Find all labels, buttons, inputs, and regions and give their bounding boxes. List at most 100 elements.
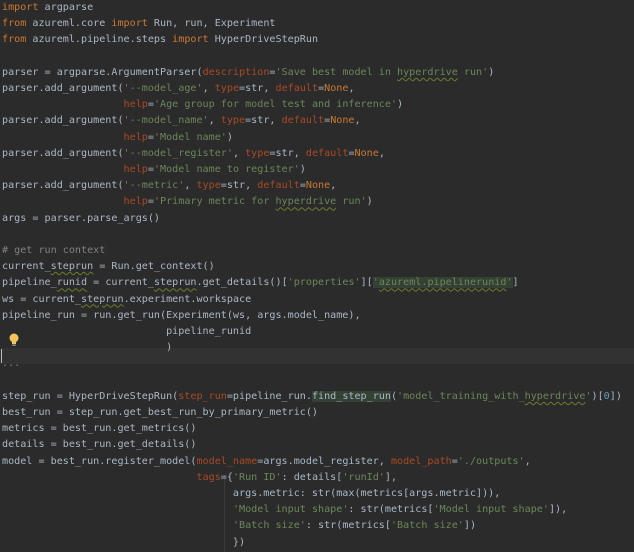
code-line: ... bbox=[2, 356, 20, 372]
code-line: pipeline_runid = current_steprun.get_det… bbox=[2, 275, 519, 291]
code-token: model = best_run.register_model( bbox=[2, 455, 197, 467]
code-token: ' bbox=[372, 277, 379, 289]
code-line: tags={'Run ID': details['runId'], bbox=[2, 470, 397, 486]
code-token: type bbox=[214, 83, 240, 94]
code-token: =str, bbox=[239, 83, 276, 94]
code-token: ) bbox=[488, 66, 495, 78]
code-line: parser.add_argument('--metric', type=str… bbox=[2, 178, 336, 194]
code-token: step_run bbox=[178, 390, 227, 402]
code-token: 'Model name' bbox=[153, 131, 227, 143]
code-token: None bbox=[354, 147, 379, 159]
code-line: args = parser.parse_args() bbox=[2, 211, 160, 227]
code-token: pipeline_runid bbox=[2, 326, 252, 337]
code-token: , bbox=[202, 83, 215, 94]
code-token: , bbox=[208, 115, 221, 127]
code-token: from bbox=[2, 18, 27, 30]
code-line: step_run = HyperDriveStepRun(step_run=pi… bbox=[2, 389, 622, 405]
code-token: 'Age group for model test and inference' bbox=[153, 99, 398, 111]
code-token: , bbox=[354, 115, 361, 127]
code-token: azureml.pipelinerunid bbox=[378, 277, 507, 289]
code-token: description bbox=[202, 66, 270, 78]
code-line: ws = current_steprun.experiment.workspac… bbox=[2, 292, 251, 308]
code-token: hyperdrive bbox=[397, 66, 458, 78]
code-token: steprun bbox=[50, 261, 94, 273]
code-token: from bbox=[2, 34, 27, 46]
code-token: ]) bbox=[463, 520, 477, 532]
code-token: import bbox=[172, 34, 209, 46]
code-token: ]), bbox=[548, 504, 568, 516]
code-token: import bbox=[2, 2, 39, 13]
code-token: # get run context bbox=[2, 245, 106, 256]
code-token: )[ bbox=[591, 390, 604, 402]
code-token: , bbox=[348, 83, 355, 94]
code-token: None bbox=[305, 180, 331, 192]
code-line: metrics = best_run.get_metrics() bbox=[2, 421, 196, 437]
code-token: default bbox=[275, 83, 319, 94]
code-token: ) bbox=[397, 99, 404, 111]
code-token: type bbox=[196, 180, 221, 192]
code-token: ws = current_ bbox=[2, 293, 82, 305]
code-token: 'Model name to register' bbox=[153, 164, 300, 175]
code-token: pipeline_run = run.get_run(Experiment(ws… bbox=[2, 309, 361, 321]
code-token: : details[ bbox=[281, 471, 343, 483]
code-token: type bbox=[220, 115, 246, 127]
code-line: help='Age group for model test and infer… bbox=[2, 97, 404, 113]
code-token: pipeline_ bbox=[2, 277, 57, 289]
code-token: parser = argparse.ArgumentParser( bbox=[2, 66, 203, 78]
code-token: run' bbox=[336, 196, 367, 208]
code-token: , bbox=[378, 147, 385, 159]
code-line: from azureml.core import Run, run, Exper… bbox=[2, 16, 275, 32]
code-token: current_ bbox=[2, 261, 51, 273]
code-token: HyperDriveStepRun bbox=[208, 34, 319, 46]
code-token: , bbox=[232, 147, 246, 159]
code-token: None bbox=[324, 83, 349, 94]
code-token: type bbox=[245, 147, 270, 159]
code-token: =str, bbox=[245, 115, 282, 127]
code-token: Run, run, Experiment bbox=[147, 18, 276, 30]
code-token: steprun bbox=[153, 277, 197, 289]
code-token: =str, bbox=[269, 147, 306, 159]
code-line: }) bbox=[2, 535, 245, 551]
code-token: model_path bbox=[390, 455, 452, 467]
code-token: default bbox=[257, 180, 300, 192]
code-token: ={ bbox=[220, 471, 233, 483]
code-token: best_run = step_run.get_best_run_by_prim… bbox=[2, 407, 319, 418]
code-token: 'Save best model in bbox=[275, 66, 398, 78]
code-token: : str(metrics[ bbox=[348, 504, 434, 516]
code-token: help bbox=[123, 131, 148, 143]
code-token: = current_ bbox=[87, 277, 154, 289]
code-editor[interactable]: import argparse from azureml.core import … bbox=[0, 0, 634, 552]
code-line: parser.add_argument('--model_name', type… bbox=[2, 113, 361, 129]
code-token: model_name bbox=[196, 455, 258, 467]
code-line: import argparse bbox=[2, 0, 93, 16]
code-line: help='Model name') bbox=[2, 130, 233, 146]
code-token: help bbox=[123, 164, 148, 175]
code-token: =str, bbox=[220, 180, 258, 192]
code-token: 'properties' bbox=[287, 277, 361, 289]
code-line: parser.add_argument('--model_register', … bbox=[2, 146, 385, 162]
code-token: 'runId' bbox=[342, 471, 385, 483]
code-token: 'Model input shape' bbox=[232, 504, 349, 516]
code-token: default bbox=[305, 147, 349, 159]
code-token: tags bbox=[196, 471, 221, 483]
code-token: azureml.pipeline.steps bbox=[26, 34, 173, 46]
code-token: ... bbox=[2, 358, 21, 370]
code-line: help='Model name to register') bbox=[2, 162, 306, 178]
code-line: parser.add_argument('--model_age', type=… bbox=[2, 81, 355, 97]
code-line: pipeline_runid bbox=[2, 324, 251, 340]
code-token: help bbox=[123, 196, 148, 208]
code-line: from azureml.pipeline.steps import Hyper… bbox=[2, 32, 318, 48]
code-line: details = best_run.get_details() bbox=[2, 437, 196, 453]
code-token: parser.add_argument( bbox=[2, 83, 124, 94]
code-line: parser = argparse.ArgumentParser(descrip… bbox=[2, 65, 494, 81]
code-token: details = best_run.get_details() bbox=[2, 439, 197, 451]
code-token: './outputs' bbox=[457, 455, 525, 467]
code-line: pipeline_run = run.get_run(Experiment(ws… bbox=[2, 308, 361, 324]
code-token: argparse bbox=[38, 2, 94, 13]
code-token: = Run.get_context() bbox=[93, 261, 215, 273]
